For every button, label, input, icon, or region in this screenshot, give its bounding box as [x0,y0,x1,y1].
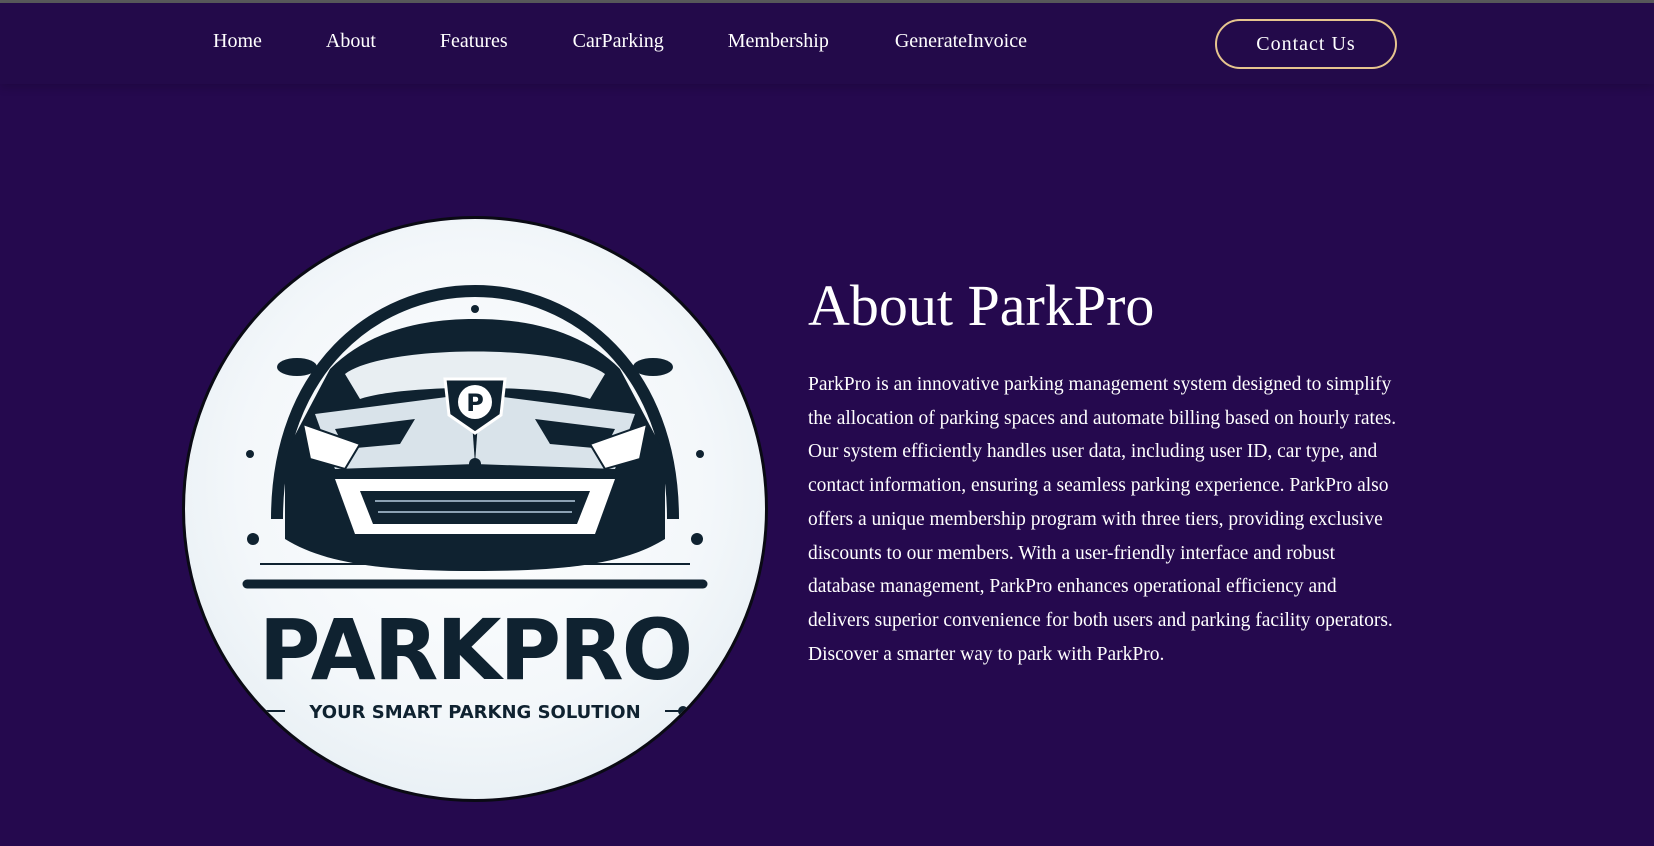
about-title: About ParkPro [808,273,1155,338]
nav-link-generate-invoice[interactable]: GenerateInvoice [895,30,1027,53]
top-navbar: Home About Features CarParking Membershi… [0,3,1654,84]
nav-link-home[interactable]: Home [213,30,262,53]
svg-text:YOUR SMART PARKNG SOLUTION: YOUR SMART PARKNG SOLUTION [308,702,640,723]
nav-link-about[interactable]: About [326,30,376,53]
nav-links: Home About Features CarParking Membershi… [213,30,1027,53]
nav-link-membership[interactable]: Membership [728,30,829,53]
parkpro-logo: P PARKPRO YOUR SMART PARKNG SOLUTION [182,216,768,802]
nav-link-carparking[interactable]: CarParking [573,30,664,53]
about-description: ParkPro is an innovative parking managem… [808,374,1397,665]
nav-link-features[interactable]: Features [440,30,508,53]
svg-text:P: P [466,389,484,417]
svg-text:PARKPRO: PARKPRO [259,601,691,699]
contact-us-button[interactable]: Contact Us [1215,19,1397,69]
parkpro-car-logo-graphic: P PARKPRO YOUR SMART PARKNG SOLUTION [242,284,708,723]
